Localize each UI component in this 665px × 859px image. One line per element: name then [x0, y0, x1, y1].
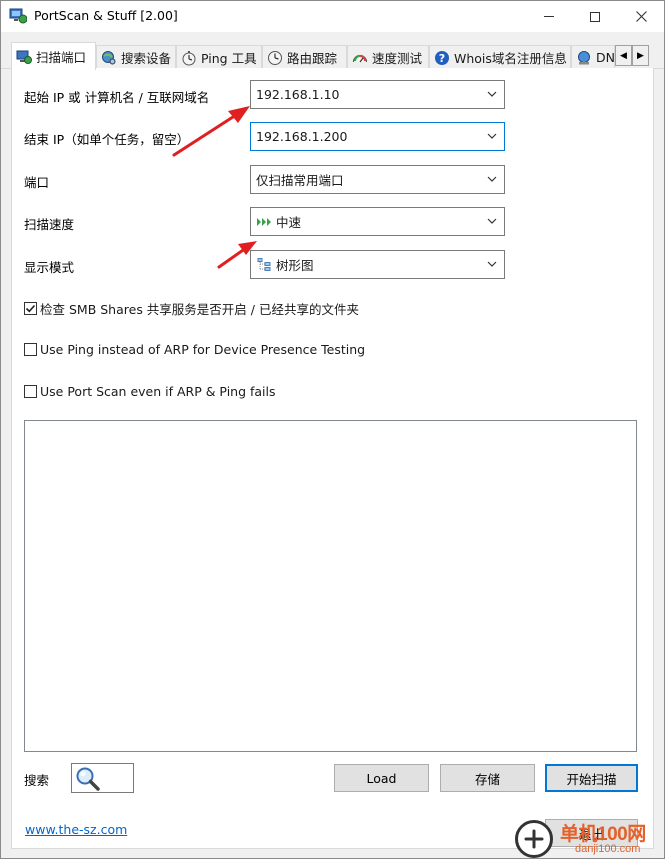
tab-strip: 扫描端口 搜索设备 Ping 工具 路由跟踪 速度测试 ? Whois域名注册信… [1, 42, 664, 70]
ping-instead-arp-checkbox[interactable] [24, 343, 37, 356]
smb-shares-checkbox[interactable] [24, 302, 37, 315]
tab-ping-tool[interactable]: Ping 工具 [176, 45, 262, 69]
tab-dns[interactable]: DN [571, 45, 615, 69]
close-button[interactable] [618, 1, 664, 32]
tab-speed-test[interactable]: 速度测试 [347, 45, 429, 69]
display-mode-value: 树形图 [276, 258, 314, 273]
title-bar: PortScan & Stuff [2.00] [1, 1, 664, 32]
tab-label: 搜索设备 [121, 51, 172, 66]
tab-label: 路由跟踪 [287, 51, 338, 66]
help-icon: ? [435, 50, 449, 65]
scan-speed-value: 中速 [276, 215, 302, 230]
ports-label: 端口 [24, 175, 50, 190]
tab-whois[interactable]: ? Whois域名注册信息 [429, 45, 571, 69]
stopwatch-icon [182, 50, 196, 65]
ports-combobox[interactable]: 仅扫描常用端口 [250, 165, 505, 194]
tab-label: 扫描端口 [36, 50, 87, 65]
ports-value: 仅扫描常用端口 [256, 173, 344, 188]
arrow-right-icon: ▶ [637, 50, 644, 61]
start-ip-combobox[interactable]: 192.168.1.10 [250, 80, 505, 109]
dns-globe-icon [578, 50, 590, 64]
end-ip-value: 192.168.1.200 [256, 129, 348, 144]
speedometer-icon [352, 54, 368, 62]
port-scan-fallback-label: Use Port Scan even if ARP & Ping fails [40, 384, 276, 399]
search-label: 搜索 [24, 773, 50, 788]
ping-instead-arp-label: Use Ping instead of ARP for Device Prese… [40, 342, 366, 357]
tab-label: DN [596, 50, 615, 65]
app-icon [9, 8, 28, 24]
tab-label: Ping 工具 [201, 51, 257, 66]
monitor-globe-icon [16, 50, 32, 64]
chevron-down-icon [487, 261, 497, 267]
smb-shares-label: 检查 SMB Shares 共享服务是否开启 / 已经共享的文件夹 [40, 302, 359, 317]
route-clock-icon [268, 50, 282, 65]
tab-scroll-left-button[interactable]: ◀ [615, 45, 632, 66]
watermark: 单机100网 danji100.com [515, 815, 665, 859]
app-window: PortScan & Stuff [2.00] 扫描端口 搜索设备 Ping 工… [0, 0, 665, 859]
search-field[interactable] [71, 763, 134, 793]
smb-shares-option[interactable]: 检查 SMB Shares 共享服务是否开启 / 已经共享的文件夹 [24, 299, 359, 318]
chevron-down-icon [487, 218, 497, 224]
ping-instead-arp-option[interactable]: Use Ping instead of ARP for Device Prese… [24, 342, 365, 357]
watermark-text: 单机100网 [560, 824, 646, 845]
display-mode-combobox[interactable]: 树形图 [250, 250, 505, 279]
arrow-left-icon: ◀ [620, 50, 627, 61]
scan-speed-label: 扫描速度 [24, 217, 75, 232]
save-button[interactable]: 存储 [440, 764, 535, 792]
port-scan-fallback-checkbox[interactable] [24, 385, 37, 398]
chevron-down-icon [487, 91, 497, 97]
load-button[interactable]: Load [334, 764, 429, 792]
start-scan-button[interactable]: 开始扫描 [545, 764, 638, 792]
maximize-icon [590, 11, 600, 22]
tab-label: 速度测试 [372, 51, 423, 66]
end-ip-label: 结束 IP（如单个任务，留空） [24, 132, 190, 147]
tab-traceroute[interactable]: 路由跟踪 [262, 45, 347, 69]
tab-search-devices[interactable]: 搜索设备 [96, 45, 176, 69]
chevron-down-icon [487, 133, 497, 139]
minimize-icon [544, 16, 554, 17]
website-link[interactable]: www.the-sz.com [25, 822, 127, 837]
watermark-logo-icon [515, 820, 553, 858]
tree-view-icon [257, 257, 271, 271]
watermark-subtext: danji100.com [575, 843, 641, 855]
scan-speed-combobox[interactable]: 中速 [250, 207, 505, 236]
start-ip-label: 起始 IP 或 计算机名 / 互联网域名 [24, 90, 210, 105]
window-title: PortScan & Stuff [2.00] [34, 8, 178, 23]
close-icon [635, 11, 647, 22]
start-ip-value: 192.168.1.10 [256, 87, 340, 102]
magnifier-icon [76, 767, 100, 791]
maximize-button[interactable] [572, 1, 618, 32]
tab-scroll-right-button[interactable]: ▶ [632, 45, 649, 66]
end-ip-combobox[interactable]: 192.168.1.200 [250, 122, 505, 151]
minimize-button[interactable] [526, 1, 572, 32]
svg-text:?: ? [439, 52, 445, 65]
tab-scan-ports[interactable]: 扫描端口 [11, 42, 96, 70]
scan-results-view[interactable] [24, 420, 637, 752]
checkmark-icon [25, 304, 36, 313]
globe-search-icon [102, 50, 116, 64]
speed-arrows-icon [257, 217, 271, 226]
port-scan-fallback-option[interactable]: Use Port Scan even if ARP & Ping fails [24, 384, 276, 399]
chevron-down-icon [487, 176, 497, 182]
tab-label: Whois域名注册信息 [454, 51, 567, 66]
display-mode-label: 显示模式 [24, 260, 75, 275]
